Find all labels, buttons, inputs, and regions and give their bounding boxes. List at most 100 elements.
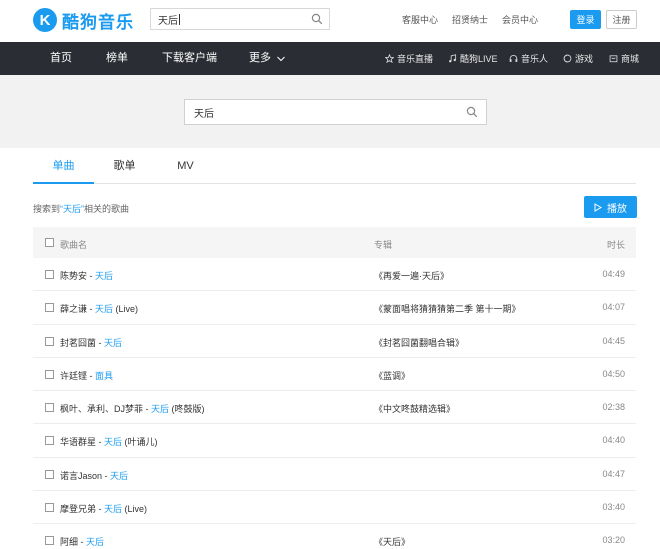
careers-link[interactable]: 招贤纳士: [452, 13, 488, 26]
song-artist[interactable]: 华语群星: [60, 437, 96, 447]
nav-musician[interactable]: 音乐人: [509, 42, 548, 75]
result-summary: 搜索到“天后”相关的歌曲: [33, 202, 129, 215]
song-name[interactable]: 华语群星 - 天后 (叶诵儿): [60, 435, 158, 448]
table-header: 歌曲名 专辑 时长: [33, 227, 636, 258]
table-row[interactable]: 摩登兄弟 - 天后 (Live) 03:40: [33, 491, 636, 525]
song-duration: 04:40: [602, 435, 625, 446]
table-row[interactable]: 薛之谦 - 天后 (Live) 《蒙面唱将猜猜猜第二季 第十一期》 04:07: [33, 291, 636, 325]
song-artist[interactable]: 摩登兄弟: [60, 504, 96, 514]
song-album[interactable]: 《天后》: [374, 535, 410, 548]
nav-games-label: 游戏: [575, 54, 594, 64]
song-name[interactable]: 阿细 - 天后: [60, 535, 104, 548]
song-checkbox[interactable]: [45, 503, 54, 513]
song-title[interactable]: 天后: [151, 404, 169, 414]
song-album[interactable]: 《蓝调》: [374, 369, 410, 382]
header-search-input[interactable]: 天后: [150, 8, 330, 30]
song-name[interactable]: 封茗囧菌 - 天后: [60, 336, 122, 349]
song-separator: -: [87, 271, 96, 281]
song-artist[interactable]: 阿细: [60, 537, 78, 547]
nav-download-client[interactable]: 下载客户端: [162, 42, 217, 75]
register-button[interactable]: 注册: [606, 10, 637, 29]
song-artist[interactable]: 薛之谦: [60, 304, 87, 314]
summary-keyword: “天后”: [60, 204, 85, 214]
login-button[interactable]: 登录: [570, 10, 601, 29]
song-title[interactable]: 天后: [104, 437, 122, 447]
nav-charts[interactable]: 榜单: [106, 42, 128, 75]
table-row[interactable]: 阿细 - 天后 《天后》 03:20: [33, 524, 636, 549]
song-artist[interactable]: 封茗囧菌: [60, 338, 96, 348]
song-checkbox[interactable]: [45, 270, 54, 279]
song-separator: -: [96, 337, 105, 348]
kugou-logo[interactable]: K 酷狗音乐: [33, 7, 134, 33]
header-duration: 时长: [606, 240, 625, 250]
summary-suffix: 相关的歌曲: [84, 204, 130, 214]
song-duration: 03:40: [602, 502, 625, 513]
table-row[interactable]: 诺言Jason - 天后 04:47: [33, 458, 636, 492]
song-title[interactable]: 天后: [104, 504, 122, 514]
song-name[interactable]: 薛之谦 - 天后 (Live): [60, 302, 138, 315]
tab-songs[interactable]: 单曲: [33, 148, 94, 184]
nav-more[interactable]: 更多: [249, 42, 286, 75]
music-note-icon: [449, 54, 457, 63]
song-title[interactable]: 天后: [95, 271, 113, 281]
song-version: (咚鼓版): [169, 404, 205, 415]
song-album[interactable]: 《封茗囧菌翻唱合辑》: [374, 336, 464, 349]
logo-text: 酷狗音乐: [62, 12, 134, 32]
nav-home[interactable]: 首页: [50, 42, 72, 75]
song-title[interactable]: 天后: [95, 304, 113, 314]
song-duration: 04:07: [602, 302, 625, 313]
song-artist[interactable]: 枫叶、承利、DJ梦菲: [60, 404, 143, 414]
song-album[interactable]: 《蒙面唱将猜猜猜第二季 第十一期》: [374, 302, 521, 315]
nav-shop-label: 商城: [621, 54, 640, 64]
search-icon[interactable]: [466, 106, 478, 118]
table-row[interactable]: 陈势安 - 天后 《再爱一遍·天后》 04:49: [33, 258, 636, 292]
song-title[interactable]: 天后: [86, 537, 104, 547]
song-checkbox[interactable]: [45, 403, 54, 413]
main-search-input[interactable]: 天后: [184, 99, 487, 125]
song-name[interactable]: 诺言Jason - 天后: [60, 469, 128, 482]
song-artist[interactable]: 许廷铿: [60, 371, 87, 381]
song-artist[interactable]: 诺言Jason: [60, 471, 102, 481]
song-checkbox[interactable]: [45, 436, 54, 446]
tab-mv[interactable]: MV: [155, 148, 216, 184]
nav-games[interactable]: 游戏: [563, 42, 593, 75]
song-checkbox[interactable]: [45, 369, 54, 379]
song-checkbox[interactable]: [45, 469, 54, 479]
nav-kugou-live[interactable]: 酷狗LIVE: [448, 42, 498, 75]
main-search-value: 天后: [194, 108, 214, 120]
song-title[interactable]: 面具: [95, 371, 113, 381]
header-song-name: 歌曲名: [60, 240, 88, 250]
table-row[interactable]: 许廷铿 - 面具 《蓝调》 04:50: [33, 358, 636, 392]
chevron-down-icon: [277, 56, 285, 61]
nav-music-live[interactable]: 音乐直播: [385, 42, 433, 75]
song-name[interactable]: 摩登兄弟 - 天后 (Live): [60, 502, 147, 515]
song-name[interactable]: 陈势安 - 天后: [60, 269, 113, 282]
song-artist[interactable]: 陈势安: [60, 271, 87, 281]
song-duration: 04:50: [602, 368, 625, 379]
tab-playlists[interactable]: 歌单: [94, 148, 155, 184]
headphones-icon: [509, 55, 518, 62]
song-album[interactable]: 《再爱一遍·天后》: [374, 269, 449, 282]
game-icon: [563, 54, 572, 63]
song-checkbox[interactable]: [45, 303, 54, 313]
play-icon: [594, 202, 602, 212]
song-checkbox[interactable]: [45, 336, 54, 346]
star-icon: [385, 54, 394, 63]
song-title[interactable]: 天后: [110, 471, 128, 481]
nav-shop[interactable]: 商城: [609, 42, 639, 75]
song-name[interactable]: 枫叶、承利、DJ梦菲 - 天后 (咚鼓版): [60, 402, 205, 415]
song-title[interactable]: 天后: [104, 338, 122, 348]
customer-service-link[interactable]: 客服中心: [402, 13, 438, 26]
table-row[interactable]: 封茗囧菌 - 天后 《封茗囧菌翻唱合辑》 04:45: [33, 325, 636, 358]
song-album[interactable]: 《中文咚鼓精选辑》: [374, 402, 455, 415]
table-row[interactable]: 枫叶、承利、DJ梦菲 - 天后 (咚鼓版) 《中文咚鼓精选辑》 02:38: [33, 391, 636, 425]
member-center-link[interactable]: 会员中心: [502, 13, 538, 26]
result-tabs: 单曲 歌单 MV: [33, 148, 636, 184]
play-all-button[interactable]: 播放: [584, 196, 637, 218]
song-checkbox[interactable]: [45, 536, 54, 546]
table-row[interactable]: 华语群星 - 天后 (叶诵儿) 04:40: [33, 424, 636, 458]
song-name[interactable]: 许廷铿 - 面具: [60, 369, 113, 382]
search-banner: 天后: [0, 75, 660, 148]
search-icon[interactable]: [311, 13, 323, 25]
select-all-checkbox[interactable]: [45, 238, 54, 247]
